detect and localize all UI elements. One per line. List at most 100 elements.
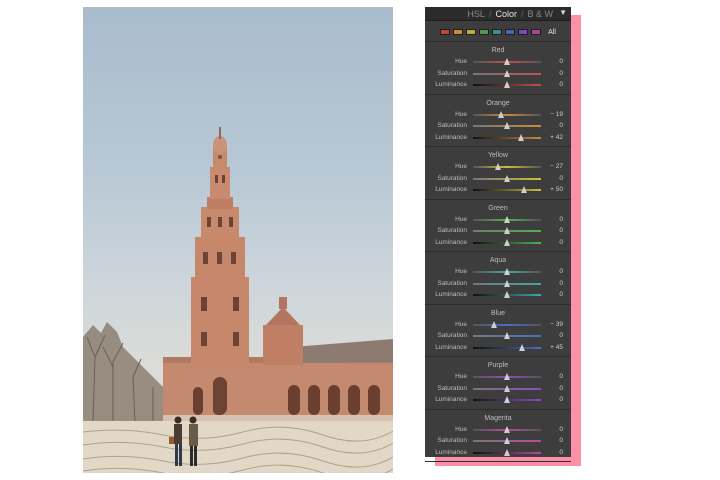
luminance-value: 0: [559, 238, 563, 246]
saturation-slider-track[interactable]: [473, 332, 541, 339]
saturation-label: Saturation: [437, 69, 467, 77]
saturation-value: 0: [559, 332, 563, 339]
luminance-slider-track[interactable]: [473, 238, 541, 246]
saturation-slider-track[interactable]: [473, 437, 541, 444]
hue-slider-thumb[interactable]: [497, 110, 504, 118]
hue-label: Hue: [455, 320, 467, 328]
luminance-slider-thumb[interactable]: [504, 238, 510, 246]
luminance-slider-thumb[interactable]: [504, 448, 510, 456]
hue-label: Hue: [455, 215, 467, 223]
group-title: Red: [491, 47, 505, 54]
hue-slider-track[interactable]: [473, 268, 541, 275]
saturation-slider-track[interactable]: [473, 122, 541, 129]
tab-bw[interactable]: B & W: [527, 9, 553, 19]
hue-slider-track[interactable]: [473, 215, 541, 223]
color-groups: Red Hue 0 Saturation 0 Luminance 0 Orange Hue − 1…: [425, 42, 571, 462]
color-group-purple: Purple Hue 0 Saturation 0 Luminance 0: [425, 357, 571, 410]
hue-slider-thumb[interactable]: [504, 215, 510, 223]
hue-value: 0: [559, 425, 563, 433]
color-swatch-orange[interactable]: [453, 29, 464, 35]
saturation-label: Saturation: [437, 122, 467, 129]
saturation-slider-track[interactable]: [473, 174, 541, 182]
luminance-slider-track[interactable]: [473, 396, 541, 403]
luminance-value: + 50: [550, 186, 563, 193]
luminance-label: Luminance: [435, 133, 467, 141]
hue-slider-thumb[interactable]: [494, 163, 501, 170]
hue-label: Hue: [455, 425, 467, 433]
saturation-slider-track[interactable]: [473, 69, 541, 77]
color-group-blue: Blue Hue − 39 Saturation 0 Luminance + 45: [425, 305, 571, 357]
hue-slider-thumb[interactable]: [504, 58, 510, 65]
saturation-slider-thumb[interactable]: [504, 174, 510, 182]
hue-slider-thumb[interactable]: [490, 320, 497, 328]
saturation-slider-row: Saturation 0: [425, 384, 571, 394]
hue-slider-row: Hue 0: [425, 267, 571, 277]
luminance-slider-thumb[interactable]: [504, 81, 510, 88]
saturation-slider-thumb[interactable]: [504, 122, 510, 129]
hue-slider-track[interactable]: [473, 110, 541, 118]
luminance-slider-track[interactable]: [473, 186, 541, 193]
tab-separator: /: [488, 8, 492, 19]
luminance-slider-thumb[interactable]: [519, 343, 526, 351]
saturation-slider-track[interactable]: [473, 384, 541, 392]
luminance-slider-track[interactable]: [473, 291, 541, 298]
color-swatch-red[interactable]: [440, 29, 451, 35]
luminance-slider-thumb[interactable]: [504, 396, 510, 403]
saturation-slider-thumb[interactable]: [504, 437, 510, 444]
saturation-slider-row: Saturation 0: [425, 121, 571, 131]
saturation-slider-thumb[interactable]: [504, 69, 510, 77]
hue-slider-track[interactable]: [473, 320, 541, 328]
saturation-slider-thumb[interactable]: [504, 279, 510, 287]
saturation-slider-thumb[interactable]: [504, 332, 510, 339]
luminance-slider-row: Luminance 0: [425, 290, 571, 300]
luminance-slider-thumb[interactable]: [521, 186, 527, 193]
luminance-slider-track[interactable]: [473, 81, 541, 88]
color-swatch-aqua[interactable]: [492, 29, 503, 35]
luminance-slider-row: Luminance + 42: [425, 133, 571, 143]
group-title: Blue: [490, 309, 505, 317]
all-colors-button[interactable]: All: [548, 29, 556, 36]
luminance-slider-thumb[interactable]: [504, 291, 510, 298]
saturation-slider-row: Saturation 0: [425, 226, 571, 236]
tab-hsl[interactable]: HSL: [467, 9, 485, 19]
luminance-slider-track[interactable]: [473, 133, 541, 141]
luminance-value: + 42: [550, 133, 563, 141]
saturation-slider-row: Saturation 0: [425, 69, 571, 79]
saturation-slider-thumb[interactable]: [504, 384, 510, 392]
color-group-yellow: Yellow Hue − 27 Saturation 0 Luminance + 50: [425, 147, 571, 200]
triangle-down-icon[interactable]: ▼: [559, 8, 567, 17]
hue-slider-track[interactable]: [473, 58, 541, 65]
saturation-value: 0: [559, 384, 563, 392]
hue-slider-track[interactable]: [473, 163, 541, 170]
luminance-slider-track[interactable]: [473, 343, 541, 351]
hue-slider-row: Hue 0: [425, 57, 571, 67]
hue-value: − 27: [550, 163, 563, 170]
hue-value: 0: [559, 215, 563, 223]
luminance-label: Luminance: [435, 448, 467, 456]
hue-slider-thumb[interactable]: [504, 268, 510, 275]
luminance-slider-row: Luminance 0: [425, 80, 571, 90]
hue-label: Hue: [455, 268, 467, 275]
luminance-slider-thumb[interactable]: [518, 133, 525, 141]
color-swatch-blue[interactable]: [505, 29, 516, 35]
saturation-slider-track[interactable]: [473, 279, 541, 287]
saturation-slider-row: Saturation 0: [425, 436, 571, 446]
color-swatch-purple[interactable]: [518, 29, 529, 35]
luminance-slider-row: Luminance 0: [425, 238, 571, 248]
hue-value: 0: [559, 58, 563, 65]
saturation-slider-thumb[interactable]: [504, 227, 510, 234]
hue-slider-track[interactable]: [473, 373, 541, 380]
luminance-label: Luminance: [435, 238, 467, 246]
tab-color[interactable]: Color: [495, 9, 517, 19]
color-swatch-green[interactable]: [479, 29, 490, 35]
saturation-slider-track[interactable]: [473, 227, 541, 234]
color-group-aqua: Aqua Hue 0 Saturation 0 Luminance 0: [425, 252, 571, 305]
luminance-slider-track[interactable]: [473, 448, 541, 456]
hue-slider-track[interactable]: [473, 425, 541, 433]
tab-separator: /: [520, 8, 524, 19]
hue-slider-thumb[interactable]: [504, 425, 510, 433]
color-swatch-yellow[interactable]: [466, 29, 477, 35]
color-swatch-magenta[interactable]: [531, 29, 542, 35]
hue-value: 0: [559, 268, 563, 275]
hue-slider-thumb[interactable]: [504, 373, 510, 380]
